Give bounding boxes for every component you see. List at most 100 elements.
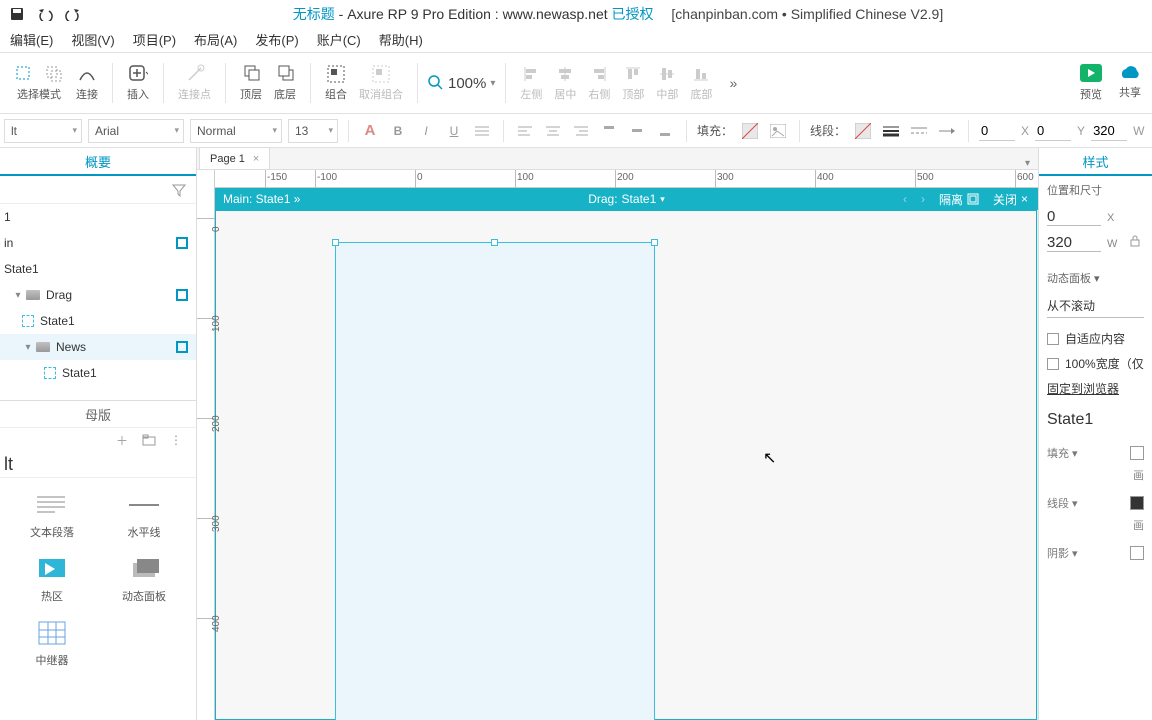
pointer-icon bbox=[14, 64, 34, 84]
connpoint-icon bbox=[185, 64, 205, 84]
play-icon bbox=[1080, 64, 1102, 84]
style-x-input[interactable] bbox=[1047, 208, 1101, 226]
tabs-menu-icon[interactable]: ▾ bbox=[1017, 158, 1038, 169]
dp-next-icon[interactable]: › bbox=[921, 192, 925, 206]
lib-item[interactable]: 热区 bbox=[8, 550, 96, 608]
underline-icon[interactable]: U bbox=[443, 120, 465, 142]
list-icon[interactable] bbox=[471, 120, 493, 142]
tool-front[interactable]: 顶层 bbox=[236, 64, 266, 102]
menu-view[interactable]: 视图(V) bbox=[71, 30, 114, 49]
menu-project[interactable]: 项目(P) bbox=[133, 30, 176, 49]
font-dropdown[interactable]: Arial▾ bbox=[88, 119, 184, 143]
tool-back[interactable]: 底层 bbox=[270, 64, 300, 102]
outline-row[interactable]: State1 bbox=[0, 256, 196, 282]
menu-help[interactable]: 帮助(H) bbox=[379, 30, 423, 49]
scroll-select[interactable]: 从不滚动 bbox=[1047, 294, 1144, 318]
dp-isolate[interactable]: 隔离 bbox=[939, 191, 979, 208]
lib-item[interactable]: 中继器 bbox=[8, 614, 96, 672]
dp-prev-icon[interactable]: ‹ bbox=[903, 192, 907, 206]
lib-item[interactable]: 水平线 bbox=[100, 486, 188, 544]
tool-group-btn[interactable]: 组合 bbox=[321, 64, 351, 102]
dp-state-dropdown[interactable]: State1▾ bbox=[622, 192, 665, 206]
w-input[interactable] bbox=[1091, 121, 1127, 141]
dp-close[interactable]: 关闭× bbox=[993, 191, 1028, 208]
align-right: 右侧 bbox=[584, 64, 614, 102]
style-tab[interactable]: 样式 bbox=[1039, 148, 1152, 176]
line-style-icon[interactable] bbox=[908, 120, 930, 142]
group-icon bbox=[326, 64, 346, 84]
toolbar-more[interactable]: » bbox=[720, 75, 746, 91]
size-dropdown[interactable]: 13▾ bbox=[288, 119, 338, 143]
tool-select[interactable]: 选择模式 bbox=[10, 64, 68, 102]
align-c-icon[interactable] bbox=[542, 120, 564, 142]
more-icon[interactable]: ⋮ bbox=[170, 433, 182, 447]
menu-edit[interactable]: 编辑(E) bbox=[10, 30, 53, 49]
weight-dropdown[interactable]: Normal▾ bbox=[190, 119, 282, 143]
lib-item[interactable]: 文本段落 bbox=[8, 486, 96, 544]
menu-publish[interactable]: 发布(P) bbox=[255, 30, 298, 49]
style-dropdown[interactable]: lt▾ bbox=[4, 119, 82, 143]
save-icon[interactable] bbox=[8, 5, 26, 23]
fill-row[interactable]: 填充 ▾ bbox=[1039, 439, 1152, 467]
bold-icon[interactable]: B bbox=[387, 120, 409, 142]
align-left-icon bbox=[521, 64, 541, 84]
dp-breadcrumb[interactable]: Main: State1 » bbox=[215, 192, 300, 206]
outline-filter[interactable] bbox=[0, 176, 196, 204]
tool-connect[interactable]: 连接 bbox=[72, 64, 102, 102]
line-row[interactable]: 线段 ▾ bbox=[1039, 489, 1152, 517]
dp-section-header[interactable]: 动态面板 ▾ bbox=[1039, 264, 1152, 292]
pin-link[interactable]: 固定到浏览器 bbox=[1039, 376, 1152, 401]
left-pane: 概要 1inState1▾DragState1▾NewsState1 母版 ＋ … bbox=[0, 148, 197, 720]
fill-swatch[interactable] bbox=[739, 120, 761, 142]
main-toolbar: 选择模式 连接 插入 连接点 顶层 底层 组合 取消组合 100% ▾ 左侧 居… bbox=[0, 52, 1152, 114]
align-l-icon[interactable] bbox=[514, 120, 536, 142]
undo-icon[interactable] bbox=[36, 5, 54, 23]
lib-preset[interactable]: lt bbox=[0, 452, 196, 478]
x-input[interactable] bbox=[979, 121, 1015, 141]
align-right-icon bbox=[589, 64, 609, 84]
tool-insert[interactable]: 插入 bbox=[123, 64, 153, 102]
shadow-row[interactable]: 阴影 ▾ bbox=[1039, 539, 1152, 567]
canvas-stage[interactable]: ↖ bbox=[215, 210, 1038, 720]
ungroup-icon bbox=[371, 64, 391, 84]
outline-row[interactable]: ▾News bbox=[0, 334, 196, 360]
tool-ungroup: 取消组合 bbox=[355, 64, 407, 102]
italic-icon[interactable]: I bbox=[415, 120, 437, 142]
menu-account[interactable]: 账户(C) bbox=[317, 30, 361, 49]
outline-row[interactable]: in bbox=[0, 230, 196, 256]
outline-tab[interactable]: 概要 bbox=[0, 148, 196, 176]
outline-row[interactable]: 1 bbox=[0, 204, 196, 230]
align-r-icon[interactable] bbox=[570, 120, 592, 142]
lock-icon[interactable] bbox=[1129, 235, 1141, 247]
outline-row[interactable]: ▾Drag bbox=[0, 282, 196, 308]
line-weight-icon[interactable] bbox=[880, 120, 902, 142]
selection-box[interactable] bbox=[335, 242, 655, 720]
style-w-input[interactable] bbox=[1047, 234, 1101, 252]
align-center: 居中 bbox=[550, 64, 580, 102]
fullwidth-checkbox[interactable]: 100%宽度（仅 bbox=[1039, 351, 1152, 376]
menu-arrange[interactable]: 布局(A) bbox=[194, 30, 237, 49]
fill-image-icon[interactable] bbox=[767, 120, 789, 142]
outline-row[interactable]: State1 bbox=[0, 308, 196, 334]
valign-m-icon[interactable] bbox=[626, 120, 648, 142]
masters-header[interactable]: 母版 bbox=[0, 400, 196, 428]
valign-t-icon[interactable] bbox=[598, 120, 620, 142]
font-color-icon[interactable]: A bbox=[359, 120, 381, 142]
outline-row[interactable]: State1 bbox=[0, 360, 196, 386]
add-icon[interactable]: ＋ bbox=[116, 432, 128, 449]
valign-b-icon[interactable] bbox=[654, 120, 676, 142]
fit-checkbox[interactable]: 自适应内容 bbox=[1039, 326, 1152, 351]
preview-button[interactable]: 预览 bbox=[1080, 64, 1102, 102]
align-bottom: 底部 bbox=[686, 64, 716, 102]
zoom-control[interactable]: 100% ▾ bbox=[428, 75, 495, 92]
page-tab[interactable]: Page 1 × bbox=[199, 147, 270, 169]
arrow-icon[interactable] bbox=[936, 120, 958, 142]
close-tab-icon[interactable]: × bbox=[253, 153, 259, 165]
y-input[interactable] bbox=[1035, 121, 1071, 141]
folder-icon[interactable] bbox=[142, 434, 156, 446]
lib-item[interactable]: 动态面板 bbox=[100, 550, 188, 608]
share-button[interactable]: 共享 bbox=[1118, 64, 1142, 102]
redo-icon[interactable] bbox=[64, 5, 82, 23]
line-swatch[interactable] bbox=[852, 120, 874, 142]
intersect-icon bbox=[44, 64, 64, 84]
